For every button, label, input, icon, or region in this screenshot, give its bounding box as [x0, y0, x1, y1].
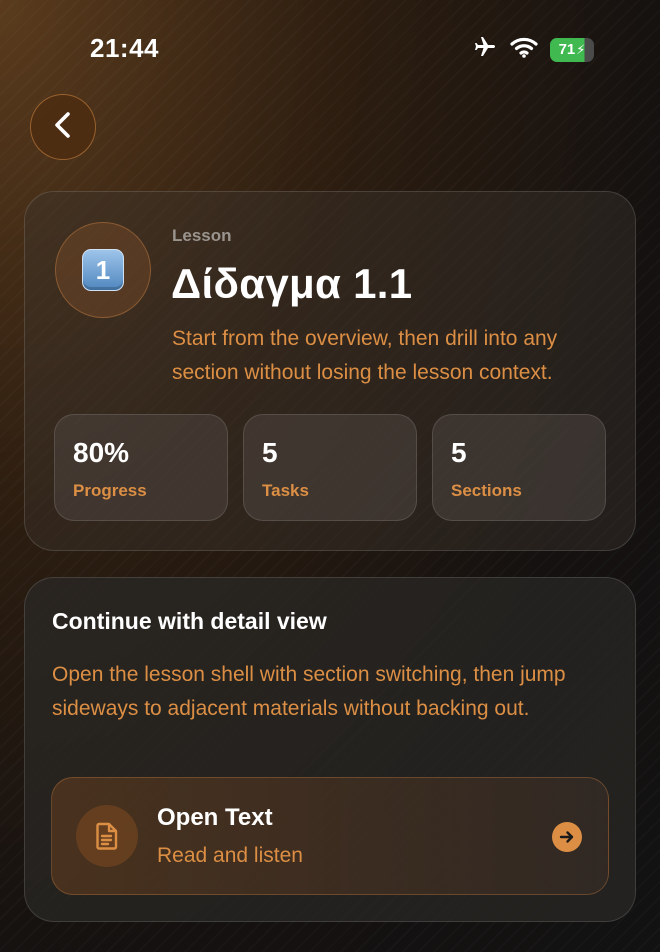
chevron-left-icon: [51, 110, 75, 145]
battery-level: 71: [558, 41, 576, 58]
detail-view-card: Continue with detail view Open the lesso…: [24, 577, 636, 922]
back-button[interactable]: [30, 94, 96, 160]
stat-sections: 5 Sections: [432, 414, 606, 521]
lesson-badge: 1: [55, 222, 151, 318]
document-icon: [76, 805, 138, 867]
detail-description: Open the lesson shell with section switc…: [52, 663, 566, 720]
stat-label: Sections: [451, 481, 522, 500]
lesson-title: Δίδαγμα 1.1: [171, 260, 413, 307]
detail-title: Continue with detail view: [52, 608, 327, 634]
airplane-icon: [472, 35, 498, 64]
stat-value: 5: [451, 437, 467, 468]
arrow-right-circle-icon: [552, 822, 582, 852]
bolt-icon: ⚡: [576, 41, 586, 57]
stat-value: 5: [262, 437, 278, 468]
status-time: 21:44: [90, 33, 159, 63]
keycap-one-icon: 1: [82, 249, 124, 291]
stat-progress: 80% Progress: [54, 414, 228, 521]
lesson-subtitle: Start from the overview, then drill into…: [172, 327, 558, 384]
open-text-title: Open Text: [157, 804, 273, 831]
open-text-subtitle: Read and listen: [157, 844, 303, 867]
stat-label: Tasks: [262, 481, 309, 500]
wifi-icon: [510, 36, 538, 63]
stat-value: 80%: [73, 437, 130, 468]
lesson-hero-card: 1 Lesson Δίδαγμα 1.1 Start from the over…: [24, 191, 636, 551]
battery-charging-icon: 71 ⚡: [550, 37, 594, 62]
status-icons: 71 ⚡: [472, 35, 594, 64]
status-bar: 21:44 71 ⚡: [0, 0, 660, 90]
lesson-eyebrow: Lesson: [172, 226, 232, 245]
stat-tasks: 5 Tasks: [243, 414, 417, 521]
open-text-button[interactable]: Open Text Read and listen: [51, 777, 609, 895]
stat-label: Progress: [73, 481, 147, 500]
